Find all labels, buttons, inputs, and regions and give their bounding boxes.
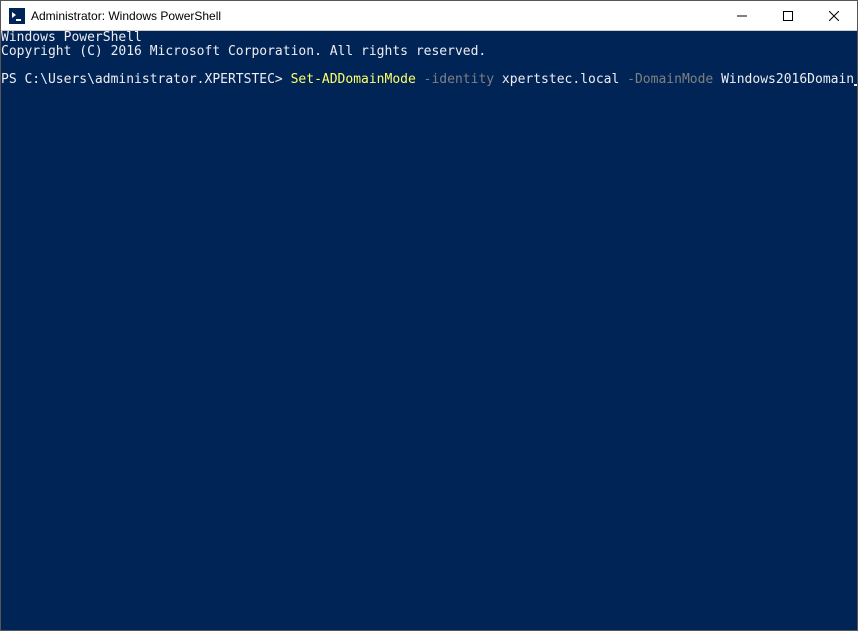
window-controls <box>719 1 857 30</box>
terminal-cursor <box>854 84 857 86</box>
close-icon <box>829 11 839 21</box>
minimize-button[interactable] <box>719 1 765 30</box>
terminal-area[interactable]: Windows PowerShell Copyright (C) 2016 Mi… <box>1 31 857 630</box>
terminal-cmdlet: Set-ADDomainMode <box>291 72 416 87</box>
maximize-icon <box>783 11 793 21</box>
terminal-value-domainmode: Windows2016Domain <box>721 72 854 87</box>
terminal-header-line1: Windows PowerShell <box>1 31 142 45</box>
terminal-header-line2: Copyright (C) 2016 Microsoft Corporation… <box>1 44 486 59</box>
terminal-param-identity: -identity <box>416 72 502 87</box>
powershell-icon <box>9 8 25 24</box>
terminal-prompt: PS C:\Users\administrator.XPERTSTEC> <box>1 72 291 87</box>
close-button[interactable] <box>811 1 857 30</box>
terminal-param-domainmode: -DomainMode <box>619 72 721 87</box>
minimize-icon <box>737 11 747 21</box>
terminal-value-identity: xpertstec.local <box>502 72 619 87</box>
titlebar[interactable]: Administrator: Windows PowerShell <box>1 1 857 31</box>
window-title: Administrator: Windows PowerShell <box>31 9 719 23</box>
powershell-window: Administrator: Windows PowerShell Window… <box>0 0 858 631</box>
maximize-button[interactable] <box>765 1 811 30</box>
